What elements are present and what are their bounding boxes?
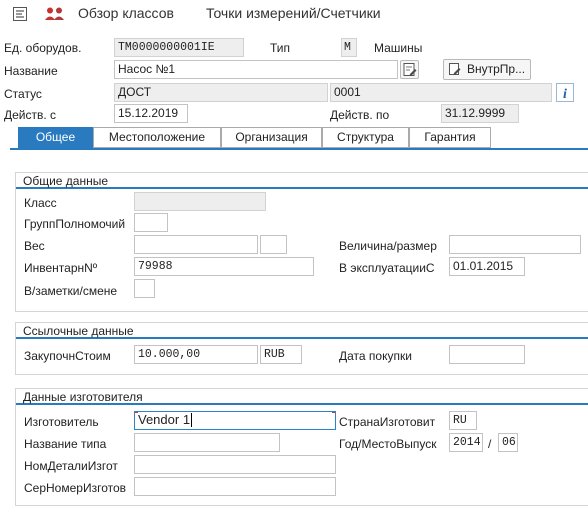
country-field[interactable]: RU [449, 411, 477, 430]
info-icon[interactable]: i [556, 83, 574, 102]
tab-strip-underline [10, 148, 588, 150]
size-label: Величина/размер [339, 239, 437, 253]
manufacturer-label: Изготовитель [24, 415, 99, 429]
equipment-field[interactable]: TM0000000001IE [114, 38, 244, 57]
intern-note-button[interactable]: ВнутрПр... [443, 59, 531, 80]
tab-location[interactable]: Местоположение [93, 127, 221, 148]
class-label: Класс [24, 196, 57, 210]
model-field[interactable] [134, 433, 280, 452]
manufacturer-value: Vendor 1 [138, 412, 191, 427]
inventory-label: ИнвентарнNº [24, 261, 98, 275]
auth-group-label: ГруппПолномочий [24, 217, 126, 231]
manufacturer-data-title: Данные изготовителя [23, 390, 143, 404]
measuring-points-button[interactable]: Точки измерений/Счетчики [206, 5, 381, 21]
type-field[interactable]: M [341, 38, 357, 57]
part-number-label: НомДеталиИзгот [24, 459, 118, 473]
tab-general[interactable]: Общее [18, 127, 93, 148]
weight-unit-field[interactable] [260, 235, 287, 254]
menu-icon[interactable] [12, 6, 28, 22]
weight-field[interactable] [134, 235, 258, 254]
valid-from-field[interactable]: 15.12.2019 [114, 104, 188, 123]
construction-month-field[interactable]: 06 [498, 433, 518, 452]
part-number-field[interactable] [134, 455, 336, 474]
inventory-field[interactable]: 79988 [134, 257, 314, 276]
acquisition-date-label: Дата покупки [339, 349, 412, 363]
general-data-title: Общие данные [23, 174, 109, 188]
size-field[interactable] [449, 235, 581, 254]
type-description: Машины [374, 41, 423, 55]
tab-structure-label: Структура [337, 130, 394, 144]
tab-warranty[interactable]: Гарантия [409, 127, 491, 148]
startup-date-label: В эксплуатацииС [339, 261, 435, 275]
model-label: Название типа [24, 437, 107, 451]
intern-note-label: ВнутрПр... [467, 62, 526, 76]
construction-year-field[interactable]: 2014 [449, 433, 483, 452]
weight-label: Вес [24, 239, 45, 253]
construction-date-separator: / [488, 437, 492, 451]
system-status-field[interactable]: ДОСТ [114, 83, 328, 102]
tab-warranty-label: Гарантия [424, 130, 476, 144]
class-field[interactable] [134, 192, 266, 211]
serial-number-field[interactable] [134, 477, 336, 496]
class-overview-button[interactable]: Обзор классов [78, 5, 174, 21]
country-label: СтранаИзготовит [339, 415, 436, 429]
long-text-icon[interactable] [400, 60, 419, 79]
shift-note-field[interactable] [134, 279, 155, 298]
reference-data-title: Ссылочные данные [23, 324, 134, 338]
currency-field[interactable]: RUB [260, 345, 302, 364]
tab-general-label: Общее [35, 130, 76, 144]
edit-text-icon [448, 62, 462, 76]
status-label: Статус [4, 87, 42, 101]
valid-from-label: Действ. с [4, 108, 57, 122]
svg-text:i: i [563, 87, 567, 101]
user-status-field[interactable]: 0001 [330, 83, 552, 102]
class-overview-icon[interactable] [44, 6, 66, 22]
equipment-label: Ед. оборудов. [4, 41, 82, 55]
tab-structure[interactable]: Структура [322, 127, 409, 148]
type-label: Тип [270, 41, 291, 55]
manufacturer-field[interactable]: Vendor 1 [134, 411, 336, 430]
acquisition-value-label: ЗакупочнСтоим [24, 349, 111, 363]
acquisition-value-field[interactable]: 10.000,00 [134, 345, 258, 364]
valid-to-field[interactable]: 31.12.9999 [441, 104, 519, 123]
valid-to-label: Действ. по [330, 108, 390, 122]
tab-organization-label: Организация [235, 130, 308, 144]
auth-group-field[interactable] [134, 213, 168, 232]
construction-date-label: Год/МестоВыпуск [339, 437, 437, 451]
acquisition-date-field[interactable] [449, 345, 525, 364]
shift-note-label: В/заметки/смене [24, 284, 118, 298]
tab-location-label: Местоположение [108, 130, 206, 144]
name-field[interactable]: Насос №1 [114, 60, 398, 79]
startup-date-field[interactable]: 01.01.2015 [449, 257, 525, 276]
tab-organization[interactable]: Организация [221, 127, 322, 148]
serial-number-label: СерНомерИзготов [24, 481, 127, 495]
application-toolbar: Обзор классов Точки измерений/Счетчики [0, 0, 588, 28]
text-cursor [191, 413, 193, 427]
name-label: Название [4, 64, 58, 78]
